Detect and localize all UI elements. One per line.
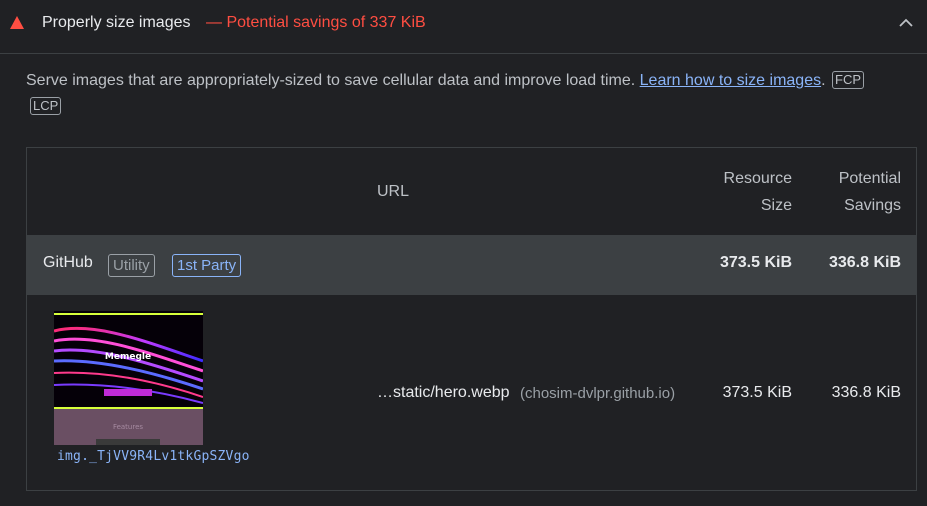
group-potential-savings: 336.8 KiB: [828, 254, 901, 271]
entity-tag-utility: Utility: [108, 254, 155, 277]
details-table: URL Resource Size Potential Savings GitH…: [26, 147, 917, 491]
resource-potential-savings: 336.8 KiB: [831, 384, 901, 401]
thumbnail-node-label[interactable]: img._TjVV9R4Lv1tkGpSZVgo: [57, 449, 250, 464]
entity-tag-first-party: 1st Party: [172, 254, 242, 277]
audit-savings: — Potential savings of 337 KiB: [206, 14, 426, 31]
thumbnail-preview-image: Memegle Features: [54, 311, 203, 445]
audit-description: Serve images that are appropriately-size…: [26, 68, 906, 120]
warning-triangle-icon: [10, 16, 24, 29]
metric-badge-fcp: FCP: [832, 71, 864, 89]
column-header-potential-savings: Potential Savings: [838, 170, 901, 214]
metric-badge-lcp: LCP: [30, 97, 62, 115]
entity-group-row: GitHub Utility 1st Party 373.5 KiB 336.8…: [27, 235, 916, 295]
resource-size: 373.5 KiB: [722, 384, 792, 401]
image-thumbnail[interactable]: Memegle Features: [54, 311, 203, 445]
group-resource-size: 373.5 KiB: [719, 254, 792, 271]
table-header: URL Resource Size Potential Savings: [27, 148, 916, 235]
column-header-url: URL: [377, 183, 410, 200]
audit-title: Properly size images: [42, 14, 191, 31]
resource-url[interactable]: …static/hero.webp: [377, 384, 510, 402]
description-period: .: [821, 72, 826, 89]
resource-origin: (chosim-dvlpr.github.io): [520, 385, 676, 402]
svg-text:Memegle: Memegle: [105, 352, 151, 362]
table-row: Memegle Features img._TjVV9R4Lv1tkGpSZVg…: [27, 295, 916, 490]
learn-more-link[interactable]: Learn how to size images: [640, 72, 821, 89]
column-header-resource-size: Resource Size: [723, 170, 792, 214]
description-text: Serve images that are appropriately-size…: [26, 72, 640, 89]
entity-name: GitHub: [43, 254, 93, 271]
audit-header[interactable]: Properly size images — Potential savings…: [0, 0, 927, 54]
svg-text:Features: Features: [113, 423, 143, 431]
chevron-up-icon[interactable]: [899, 18, 913, 28]
